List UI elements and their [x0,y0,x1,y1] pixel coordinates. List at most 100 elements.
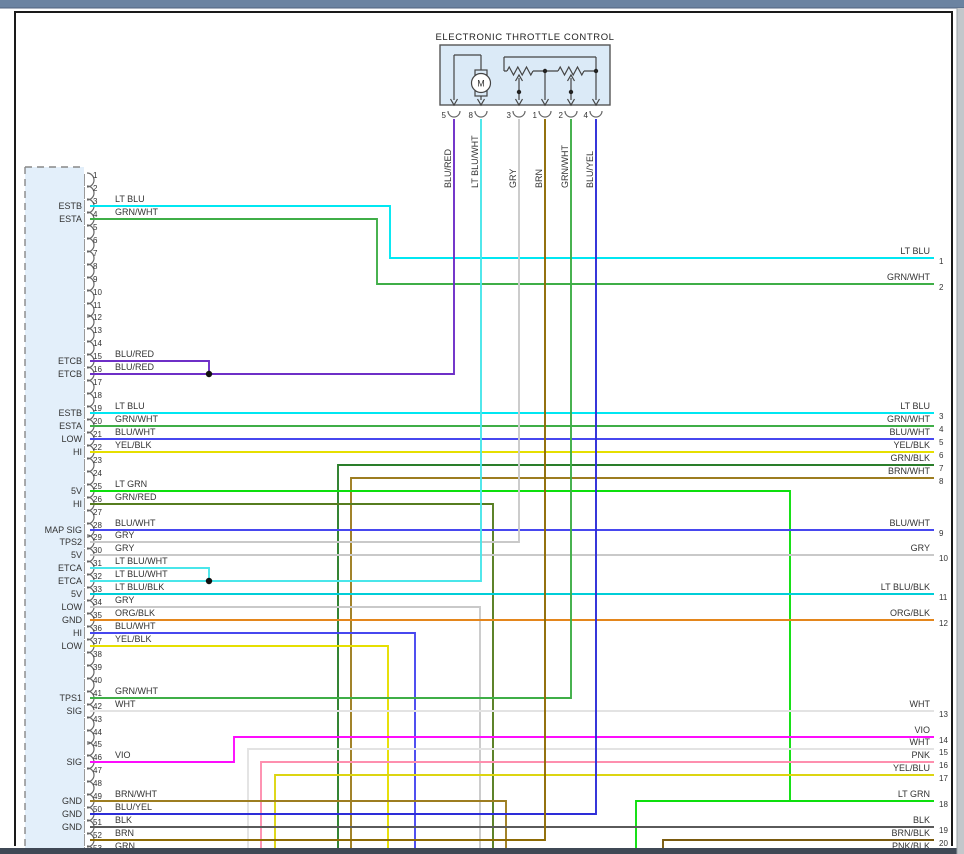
pin-number: 30 [93,546,102,555]
terminal-number: 17 [939,774,948,783]
pin-name: ESTA [59,421,82,431]
pin-wire-color-label: BLU/YEL [585,151,595,188]
terminal-wire-color-label: BLK [913,815,930,825]
pin-number: 46 [93,753,102,762]
pin-number: 29 [93,533,102,542]
pin-number: 25 [93,482,102,491]
terminal-number: 18 [939,800,948,809]
pin-number: 3 [93,197,98,206]
pin-wire-color-label: BLU/WHT [115,621,156,631]
pin-number: 37 [93,637,102,646]
pin-number: 28 [93,521,102,530]
pin-number: 6 [93,236,98,245]
pin-name: 5V [71,589,82,599]
terminal-wire-color-label: VIO [914,725,930,735]
pin-number: 31 [93,559,102,568]
pin-number: 33 [93,585,102,594]
pin-name: HI [73,447,82,457]
terminal-wire-color-label: GRN/BLK [890,453,930,463]
pin-wire-color-label: LT BLU/WHT [115,556,168,566]
pin-number: 5 [442,111,447,120]
scrollbar-strip [957,8,964,854]
terminal-wire-color-label: BLU/WHT [890,518,931,528]
pin-wire-color-label: YEL/BLK [115,440,152,450]
pin-name: SIG [66,706,82,716]
pin-wire-color-label: LT BLU/BLK [115,582,164,592]
pin-wire-color-label: VIO [115,750,131,760]
junction-dot [542,68,548,74]
pin-number: 11 [93,301,102,310]
pin-wire-color-label: GRN/WHT [115,207,158,217]
pin-wire-color-label: YEL/BLK [115,634,152,644]
pin-number: 4 [93,210,98,219]
pin-wire-color-label: BRN [115,828,134,838]
terminal-number: 15 [939,748,948,757]
etc-title: ELECTRONIC THROTTLE CONTROL [435,32,614,43]
pin-number: 13 [93,326,102,335]
window-bottom-bar [0,848,964,854]
pin-name: ETCA [58,576,82,586]
terminal-wire-color-label: PNK [911,750,930,760]
pin-number: 52 [93,831,102,840]
terminal-number: 14 [939,736,948,745]
pin-number: 17 [93,378,102,387]
window-top-edge [0,0,964,8]
terminal-number: 13 [939,710,948,719]
terminal-number: 20 [939,839,948,848]
terminal-number: 8 [939,477,944,486]
pin-number: 1 [93,171,98,180]
pin-wire-color-label: GRY [115,530,134,540]
pin-wire-color-label: LT BLU/WHT [115,569,168,579]
terminal-wire-color-label: GRN/WHT [887,272,930,282]
pin-number: 47 [93,766,102,775]
pin-number: 3 [507,111,512,120]
pin-name: HI [73,499,82,509]
pin-name: 5V [71,550,82,560]
pin-number: 14 [93,339,102,348]
pin-name: GND [62,822,83,832]
terminal-number: 10 [939,554,948,563]
pin-wire-color-label: LT GRN [115,479,147,489]
pin-number: 4 [584,111,589,120]
terminal-number: 9 [939,529,944,538]
pin-number: 49 [93,792,102,801]
pin-wire-color-label: WHT [115,699,136,709]
pin-number: 1 [533,111,538,120]
pin-number: 20 [93,417,102,426]
junction-dot [516,89,522,95]
pin-name: ESTB [58,408,82,418]
motor-letter: M [477,79,485,89]
pin-number: 2 [93,184,98,193]
terminal-wire-color-label: BRN/BLK [891,828,930,838]
terminal-number: 3 [939,412,944,421]
terminal-number: 12 [939,619,948,628]
terminal-wire-color-label: LT BLU [900,246,930,256]
pin-wire-color-label: ORG/BLK [115,608,155,618]
terminal-wire-color-label: LT BLU/BLK [881,582,930,592]
pin-name: TPS1 [59,693,82,703]
pin-number: 27 [93,508,102,517]
pin-wire-color-label: GRN/RED [115,492,157,502]
pin-wire-color-label: GRY [508,169,518,188]
terminal-wire-color-label: WHT [910,737,931,747]
pin-name: LOW [61,602,82,612]
pin-number: 51 [93,818,102,827]
pin-name: GND [62,796,83,806]
terminal-number: 6 [939,451,944,460]
pin-number: 5 [93,223,98,232]
pin-number: 48 [93,779,102,788]
terminal-number: 4 [939,425,944,434]
pin-name: ETCA [58,563,82,573]
junction-dot [205,370,213,378]
pin-wire-color-label: BRN [534,169,544,188]
pin-number: 22 [93,443,102,452]
pin-number: 35 [93,611,102,620]
pin-number: 34 [93,598,102,607]
pin-wire-color-label: GRN/WHT [115,414,158,424]
terminal-wire-color-label: WHT [910,699,931,709]
pin-number: 10 [93,288,102,297]
terminal-wire-color-label: BLU/WHT [890,427,931,437]
pin-name: LOW [61,434,82,444]
pin-name: SIG [66,757,82,767]
terminal-wire-color-label: ORG/BLK [890,608,930,618]
